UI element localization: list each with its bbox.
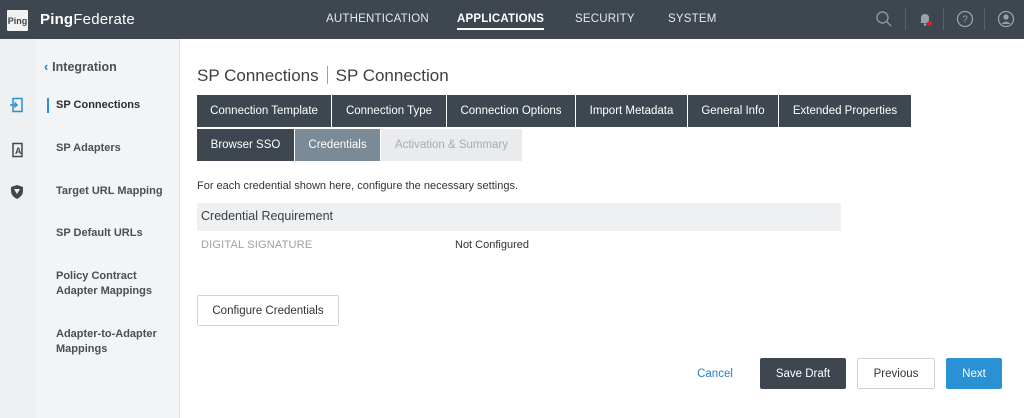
svg-text:?: ? [962,15,968,26]
brand-name: PingFederate [40,11,135,28]
tab-connection-options[interactable]: Connection Options [447,95,576,127]
configure-credentials-button[interactable]: Configure Credentials [197,295,339,326]
brand-bold: Ping [40,11,74,28]
tab-credentials[interactable]: Credentials [295,129,381,161]
divider [905,8,906,30]
chevron-left-icon: ‹ [44,60,49,74]
tab-browser-sso[interactable]: Browser SSO [197,129,295,161]
shield-icon[interactable] [7,182,27,202]
nav-system[interactable]: SYSTEM [668,13,717,25]
title-part2: SP Connection [335,66,449,85]
tab-extended-properties[interactable]: Extended Properties [779,95,911,127]
title-part1: SP Connections [197,66,319,85]
intro-text: For each credential shown here, configur… [197,180,519,192]
cancel-link[interactable]: Cancel [690,358,740,389]
title-divider [326,66,328,84]
tab-general-info[interactable]: General Info [688,95,779,127]
tab-connection-template[interactable]: Connection Template [197,95,332,127]
table-header: Credential Requirement [197,203,841,231]
icon-rail: A [0,39,36,418]
page-title: SP Connections SP Connection [197,66,449,86]
divider [984,8,985,30]
user-icon[interactable] [995,8,1017,30]
sidebar-back-integration[interactable]: ‹ Integration [44,60,117,74]
save-draft-button[interactable]: Save Draft [760,358,846,389]
sidebar-item-sp-adapters[interactable]: SP Adapters [56,141,174,156]
help-icon[interactable]: ? [954,8,976,30]
sidebar: ‹ Integration SP Connections SP Adapters … [36,39,180,418]
ping-logo[interactable]: Ping [7,10,28,31]
active-marker [47,98,49,113]
sidebar-item-adapter-to-adapter-mappings[interactable]: Adapter-to-Adapter Mappings [56,327,174,357]
search-icon[interactable] [873,8,895,30]
previous-button[interactable]: Previous [857,358,935,389]
svg-text:A: A [15,146,22,156]
brand-rest: Federate [73,11,135,28]
sp-connections-icon[interactable] [7,95,27,115]
sidebar-item-policy-contract-adapter-mappings[interactable]: Policy Contract Adapter Mappings [56,269,174,299]
sidebar-item-sp-default-urls[interactable]: SP Default URLs [56,226,174,241]
sidebar-item-sp-connections[interactable]: SP Connections [56,98,174,113]
tab-activation-summary: Activation & Summary [381,129,522,161]
adapter-icon[interactable]: A [7,140,27,160]
nav-applications[interactable]: APPLICATIONS [457,13,545,30]
credential-status: Not Configured [455,239,529,251]
tab-connection-type[interactable]: Connection Type [332,95,447,127]
next-button[interactable]: Next [946,358,1002,389]
nav-authentication[interactable]: AUTHENTICATION [326,13,429,25]
sidebar-back-label: Integration [52,60,117,74]
sidebar-item-target-url-mapping[interactable]: Target URL Mapping [56,184,174,199]
divider [943,8,944,30]
nav-security[interactable]: SECURITY [575,13,635,25]
credential-name: DIGITAL SIGNATURE [201,239,313,251]
top-bar: Ping PingFederate AUTHENTICATION APPLICA… [0,0,1024,39]
tab-import-metadata[interactable]: Import Metadata [576,95,688,127]
bell-icon[interactable] [914,8,936,30]
